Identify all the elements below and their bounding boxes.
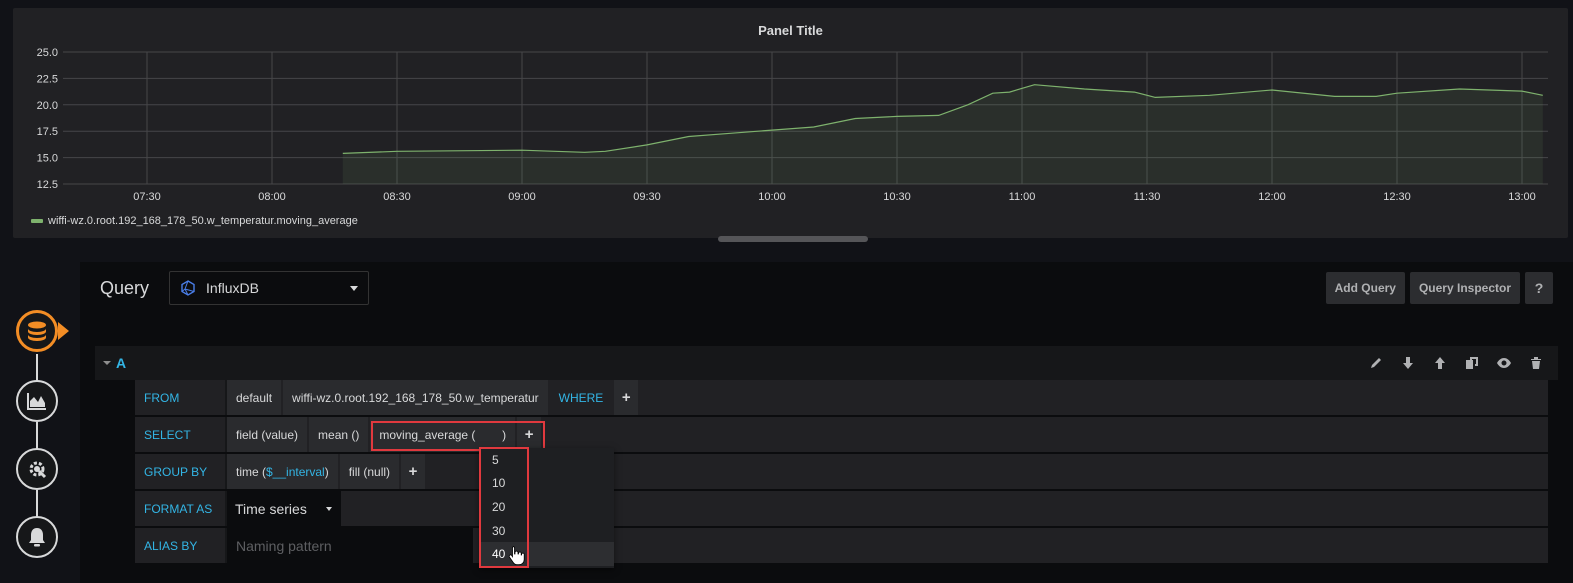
y-tick-label: 17.5 <box>37 126 58 138</box>
time-suffix: ) <box>324 464 329 479</box>
chart: 25.0 22.5 20.0 17.5 15.0 12.5 07:30 08:00 08:30 0… <box>37 47 1548 203</box>
editor-header: Query InfluxDB <box>100 271 370 305</box>
x-tick-label: 13:00 <box>1508 191 1536 203</box>
help-button[interactable]: ? <box>1525 272 1553 304</box>
group-by-row: GROUP BY time ($__interval) fill (null) … <box>135 454 1548 489</box>
format-as-row: FORMAT AS Time series <box>135 491 1548 526</box>
step-connector <box>36 490 38 518</box>
x-tick-label: 11:00 <box>1009 191 1036 203</box>
arrow-down-icon[interactable] <box>1401 356 1415 370</box>
y-tick-label: 20.0 <box>37 100 58 112</box>
add-query-button[interactable]: Add Query <box>1325 272 1405 304</box>
add-where-button[interactable]: + <box>614 380 639 415</box>
query-row-actions <box>1369 346 1543 380</box>
y-tick-label: 12.5 <box>37 179 58 191</box>
editor-steps-nav <box>14 310 74 570</box>
graph-panel: 25.0 22.5 20.0 17.5 15.0 12.5 07:30 08:00 08:30 0… <box>13 8 1568 238</box>
alias-by-label: ALIAS BY <box>135 528 227 563</box>
where-label: WHERE <box>549 380 613 415</box>
measurement-segment[interactable]: wiffi-wz.0.root.192_168_178_50.w_tempera… <box>283 380 548 415</box>
query-inspector-button[interactable]: Query Inspector <box>1409 272 1520 304</box>
aggregate-segment[interactable]: mean () <box>309 417 369 452</box>
x-tick-label: 11:30 <box>1134 191 1161 203</box>
field-segment[interactable]: field (value) <box>227 417 308 452</box>
x-tick-label: 08:00 <box>258 191 286 203</box>
alias-by-input[interactable] <box>227 528 473 563</box>
from-row: FROM default wiffi-wz.0.root.192_168_178… <box>135 380 1548 415</box>
x-tick-label: 07:30 <box>133 191 161 203</box>
datasource-name: InfluxDB <box>206 280 259 296</box>
format-as-select[interactable]: Time series <box>227 491 341 526</box>
y-tick-label: 22.5 <box>37 73 58 85</box>
database-icon <box>28 321 46 341</box>
format-as-value: Time series <box>235 500 307 517</box>
arrow-up-icon[interactable] <box>1433 356 1447 370</box>
y-tick-label: 15.0 <box>37 153 58 165</box>
x-tick-label: 10:00 <box>758 191 786 203</box>
series-area <box>342 84 1543 184</box>
query-ref-id[interactable]: A <box>116 355 126 371</box>
query-builder: FROM default wiffi-wz.0.root.192_168_178… <box>135 380 1548 565</box>
bell-icon <box>29 528 45 547</box>
hand-cursor-icon <box>508 546 525 565</box>
add-group-by-button[interactable]: + <box>401 454 426 489</box>
row-fill <box>543 417 1548 452</box>
row-fill <box>640 380 1548 415</box>
retention-policy-segment[interactable]: default <box>227 380 282 415</box>
datasource-picker[interactable]: InfluxDB <box>169 271 370 305</box>
time-interval-segment[interactable]: time ($__interval) <box>227 454 338 489</box>
legend-item[interactable]: wiffi-wz.0.root.192_168_178_50.w_tempera… <box>31 215 358 227</box>
alias-by-row: ALIAS BY <box>135 528 1548 563</box>
x-tick-label: 12:00 <box>1258 191 1286 203</box>
editor-actions: Add Query Query Inspector ? <box>1325 272 1553 304</box>
active-step-arrow <box>58 322 69 340</box>
grafana-edit-panel: 25.0 22.5 20.0 17.5 15.0 12.5 07:30 08:00 08:30 0… <box>0 0 1573 583</box>
query-editor: Query InfluxDB Add Query Query Inspector… <box>80 262 1573 583</box>
from-label: FROM <box>135 380 227 415</box>
interval-variable: $__interval <box>266 464 325 479</box>
x-tick-label: 09:00 <box>508 191 536 203</box>
time-prefix: time ( <box>236 464 266 479</box>
settings-wrench-icon <box>29 461 47 479</box>
step-alert[interactable] <box>16 516 58 558</box>
caret-down-icon <box>350 286 359 291</box>
influxdb-icon <box>181 280 195 296</box>
collapse-caret-icon[interactable] <box>103 361 111 365</box>
select-row: SELECT field (value) mean () moving_aver… <box>135 417 1548 452</box>
select-label: SELECT <box>135 417 227 452</box>
y-tick-label: 25.0 <box>37 47 58 59</box>
step-connector <box>36 422 38 450</box>
fill-segment[interactable]: fill (null) <box>339 454 400 489</box>
row-fill <box>473 528 1548 563</box>
eye-icon[interactable] <box>1497 356 1511 370</box>
query-tab-title: Query <box>100 277 150 298</box>
panel-resize-handle[interactable] <box>718 236 868 242</box>
query-row-header[interactable]: A <box>95 346 1558 380</box>
duplicate-icon[interactable] <box>1465 356 1479 370</box>
x-tick-label: 09:30 <box>633 191 661 203</box>
caret-down-icon <box>326 507 332 511</box>
area-chart-icon <box>27 393 46 410</box>
x-tick-label: 12:30 <box>1383 191 1411 203</box>
panel-title: Panel Title <box>758 23 823 38</box>
format-as-label: FORMAT AS <box>135 491 227 526</box>
step-visualization[interactable] <box>16 380 58 422</box>
x-tick-label: 08:30 <box>383 191 411 203</box>
pencil-icon[interactable] <box>1369 356 1383 370</box>
legend-label: wiffi-wz.0.root.192_168_178_50.w_tempera… <box>48 215 358 227</box>
step-general-settings[interactable] <box>16 448 58 490</box>
x-tick-label: 10:30 <box>883 191 911 203</box>
trash-icon[interactable] <box>1529 356 1543 370</box>
step-queries[interactable] <box>16 310 58 352</box>
legend-swatch <box>31 219 43 223</box>
group-by-label: GROUP BY <box>135 454 227 489</box>
